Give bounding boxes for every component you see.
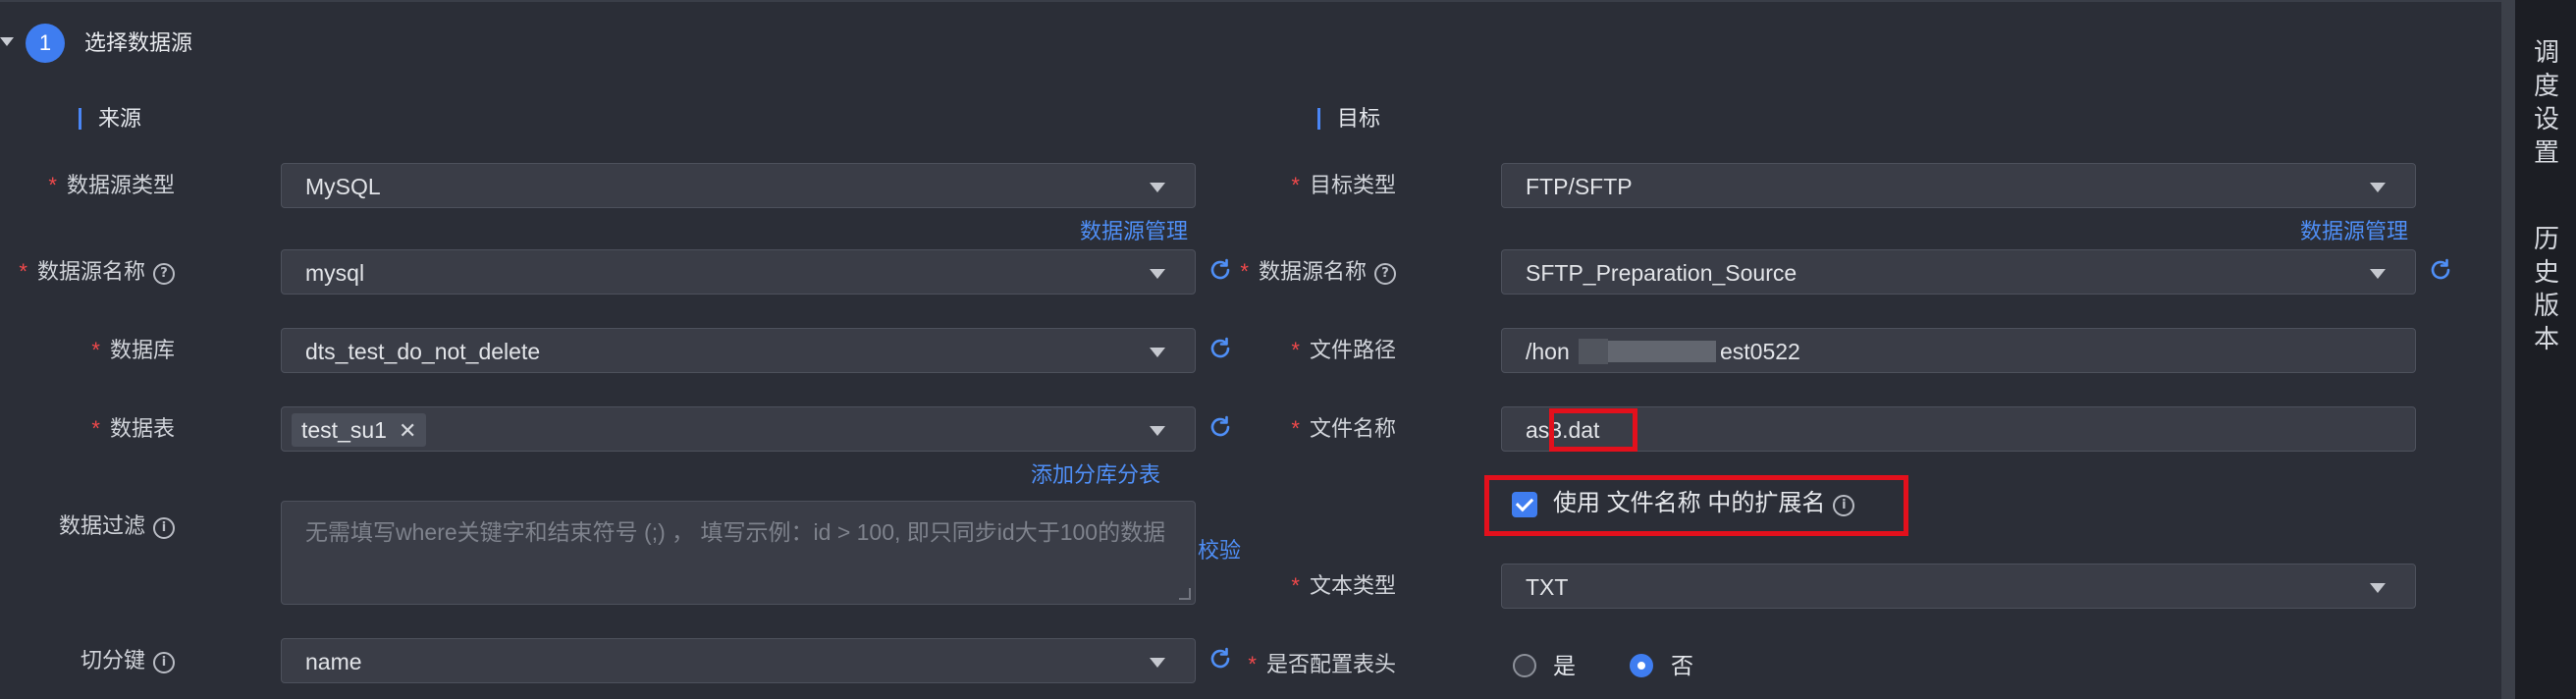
source-database-value: dts_test_do_not_delete: [305, 339, 541, 364]
extension-highlight-box: [1549, 408, 1637, 452]
target-name-value: SFTP_Preparation_Source: [1526, 260, 1798, 286]
file-path-value-end: est0522: [1720, 339, 1800, 364]
source-database-select[interactable]: dts_test_do_not_delete: [281, 328, 1196, 373]
source-database-label: * 数据库: [91, 338, 175, 362]
source-type-value: MySQL: [305, 174, 381, 199]
chevron-down-icon: [2370, 183, 2386, 192]
add-sharding-link[interactable]: 添加分库分表: [1031, 460, 1160, 490]
use-extension-label: 使用 文件名称 中的扩展名 i: [1553, 488, 1855, 519]
target-type-select[interactable]: FTP/SFTP: [1501, 163, 2416, 208]
source-table-select[interactable]: test_su1 ✕: [281, 406, 1196, 452]
file-path-label: * 文件路径: [1291, 338, 1396, 362]
help-icon[interactable]: ?: [1374, 263, 1396, 285]
header-config-label: * 是否配置表头: [1248, 652, 1396, 676]
text-type-value: TXT: [1526, 574, 1569, 600]
file-name-input[interactable]: as3.dat: [1501, 406, 2416, 452]
filter-placeholder: 无需填写where关键字和结束符号 (;) ， 填写示例：id > 100, 即…: [305, 519, 1166, 545]
split-key-value: name: [305, 649, 362, 674]
filter-textarea[interactable]: 无需填写where关键字和结束符号 (;) ， 填写示例：id > 100, 即…: [281, 501, 1196, 605]
target-section-title: 目标: [1337, 106, 1381, 131]
tab-history-versions[interactable]: 历史版本: [2527, 222, 2566, 355]
source-manage-datasource-link[interactable]: 数据源管理: [1080, 217, 1188, 246]
target-section-marker: [1317, 108, 1320, 130]
header-yes-label: 是: [1553, 653, 1576, 678]
step-title: 选择数据源: [84, 30, 193, 55]
refresh-icon[interactable]: [1208, 257, 1233, 283]
info-icon[interactable]: i: [153, 652, 175, 673]
source-section-title: 来源: [98, 106, 142, 131]
source-name-value: mysql: [305, 260, 365, 286]
refresh-icon[interactable]: [1208, 336, 1233, 361]
header-no-label: 否: [1671, 653, 1693, 678]
source-type-select[interactable]: MySQL: [281, 163, 1196, 208]
redacted-block: [1608, 341, 1716, 362]
step-number-badge: 1: [26, 24, 65, 63]
source-section-marker: [79, 108, 81, 130]
split-key-select[interactable]: name: [281, 638, 1196, 683]
refresh-icon[interactable]: [2428, 257, 2453, 283]
source-table-label: * 数据表: [91, 416, 175, 441]
main-panel: 1 选择数据源 来源 * 数据源类型 MySQL 数据源管理 * 数据源名称? my…: [0, 0, 2501, 699]
redacted-block: [1579, 339, 1608, 364]
text-type-select[interactable]: TXT: [1501, 564, 2416, 609]
split-key-label: 切分键 i: [80, 645, 175, 676]
tab-schedule-settings[interactable]: 调度设置: [2527, 35, 2566, 169]
text-type-label: * 文本类型: [1291, 573, 1396, 598]
source-name-label: * 数据源名称?: [19, 256, 175, 288]
resize-handle-icon[interactable]: [1179, 588, 1191, 600]
target-manage-datasource-link[interactable]: 数据源管理: [2300, 217, 2408, 246]
source-type-label: * 数据源类型: [48, 173, 175, 197]
table-tag-label: test_su1: [301, 417, 387, 443]
file-name-label: * 文件名称: [1291, 416, 1396, 441]
refresh-icon[interactable]: [1208, 414, 1233, 440]
use-extension-checkbox[interactable]: [1512, 492, 1537, 517]
collapse-caret-icon[interactable]: [0, 37, 14, 46]
chevron-down-icon: [1150, 348, 1165, 357]
header-no-radio[interactable]: [1630, 654, 1653, 677]
table-tag: test_su1 ✕: [292, 413, 427, 447]
info-icon[interactable]: i: [1833, 495, 1855, 516]
chevron-down-icon: [1150, 658, 1165, 668]
info-icon[interactable]: i: [153, 517, 175, 539]
chevron-down-icon: [1150, 183, 1165, 192]
tag-close-icon[interactable]: ✕: [399, 418, 416, 443]
chevron-down-icon: [2370, 583, 2386, 593]
header-yes-radio[interactable]: [1513, 654, 1536, 677]
file-path-value-start: /hon: [1526, 339, 1570, 364]
target-type-value: FTP/SFTP: [1526, 174, 1633, 199]
source-name-select[interactable]: mysql: [281, 249, 1196, 295]
target-type-label: * 目标类型: [1291, 173, 1396, 197]
source-filter-label: 数据过滤 i: [59, 511, 175, 542]
help-icon[interactable]: ?: [153, 263, 175, 285]
chevron-down-icon: [1150, 426, 1165, 436]
refresh-icon[interactable]: [1208, 646, 1233, 672]
target-name-select[interactable]: SFTP_Preparation_Source: [1501, 249, 2416, 295]
chevron-down-icon: [2370, 269, 2386, 279]
file-path-input[interactable]: /hon est0522: [1501, 328, 2416, 373]
scrollbar[interactable]: [2501, 0, 2515, 699]
validate-link[interactable]: 校验: [1198, 536, 1241, 565]
chevron-down-icon: [1150, 269, 1165, 279]
target-name-label: * 数据源名称?: [1240, 256, 1396, 288]
